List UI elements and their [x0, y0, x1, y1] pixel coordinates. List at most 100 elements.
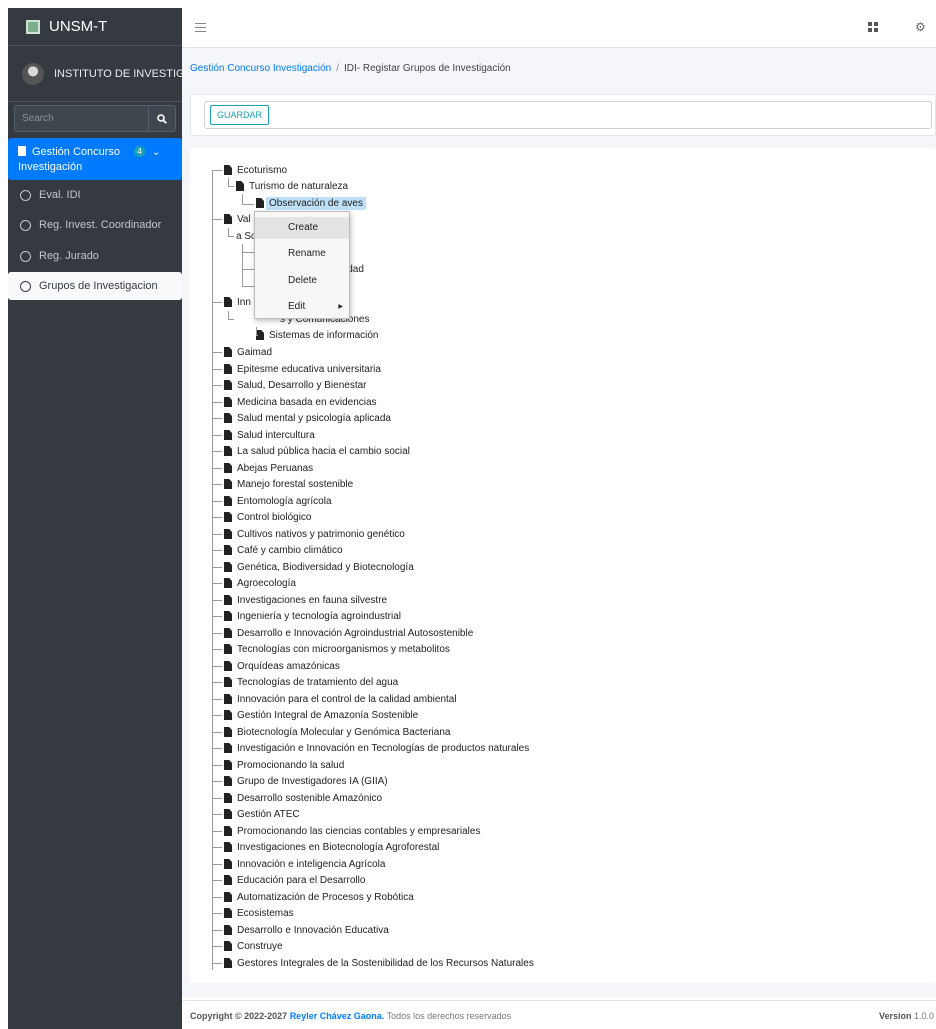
- tree-node-turismo-naturaleza[interactable]: Turismo de naturaleza: [236, 178, 348, 194]
- tree-connector: [212, 435, 222, 436]
- tree-node-group[interactable]: Orquídeas amazónicas: [224, 658, 340, 674]
- tree-node-label: Ingeniería y tecnología agroindustrial: [237, 610, 401, 622]
- sidebar-search: [14, 105, 176, 132]
- tree-node-label: Desarrollo e Innovación Agroindustrial A…: [237, 627, 474, 639]
- brand-logo-icon: [26, 19, 40, 34]
- gear-icon[interactable]: ⚙: [915, 20, 926, 34]
- user-name[interactable]: INSTITUTO DE INVESTIGAC: [54, 68, 182, 80]
- hamburger-menu-icon[interactable]: [195, 23, 206, 32]
- file-icon: [224, 578, 232, 588]
- sidebar-item-reg-invest-coordinador[interactable]: Reg. Invest. Coordinador: [8, 211, 182, 239]
- tree-node-label: Agroecología: [237, 577, 296, 589]
- avatar: [22, 62, 44, 85]
- top-navbar: ⚙: [182, 8, 936, 48]
- tree-node-label: Desarrollo e Innovación Educativa: [237, 924, 389, 936]
- tree-connector: [212, 600, 222, 601]
- circle-icon: [20, 280, 31, 292]
- circle-icon: [20, 250, 31, 262]
- tree-node-inn[interactable]: Inn: [224, 294, 251, 310]
- tree-node-group[interactable]: Gestión ATEC: [224, 806, 300, 822]
- save-button[interactable]: GUARDAR: [210, 105, 270, 125]
- tree-node-ecoturismo[interactable]: Ecoturismo: [224, 162, 287, 178]
- tree-node-group[interactable]: Tecnologías de tratamiento del agua: [224, 674, 398, 690]
- tree-node-group[interactable]: Gestión Integral de Amazonía Sostenible: [224, 707, 418, 723]
- tree-connector: [212, 798, 222, 799]
- tree-node-val[interactable]: Val: [224, 211, 251, 227]
- tree-node-group[interactable]: Investigación e Innovación en Tecnología…: [224, 740, 529, 756]
- tree-node-label: Grupo de Investigadores IA (GIIA): [237, 775, 388, 787]
- tree-node-group[interactable]: Salud intercultura: [224, 427, 315, 443]
- tree-node-group[interactable]: Automatización de Procesos y Robótica: [224, 889, 414, 905]
- tree-node-group[interactable]: Agroecología: [224, 575, 296, 591]
- tree-connector: [212, 847, 222, 848]
- tree-node-group[interactable]: Entomología agrícola: [224, 493, 332, 509]
- context-menu: Create Rename Delete Edit ▶: [254, 211, 350, 319]
- grid-apps-icon[interactable]: [868, 22, 878, 32]
- tree-node-group[interactable]: Promocionando la salud: [224, 757, 344, 773]
- tree-node-label: Entomología agrícola: [237, 495, 332, 507]
- sidebar-item-grupos-investigacion[interactable]: Grupos de Investigacion: [8, 272, 182, 300]
- tree-connector: [212, 946, 222, 947]
- file-icon: [224, 826, 232, 836]
- tree-node-group[interactable]: Desarrollo sostenible Amazónico: [224, 790, 382, 806]
- tree-node-group[interactable]: Promocionando las ciencias contables y e…: [224, 823, 480, 839]
- context-menu-create[interactable]: Create: [255, 217, 349, 239]
- tree-node-label: Promocionando las ciencias contables y e…: [237, 825, 481, 837]
- tree-node-group[interactable]: Grupo de Investigadores IA (GIIA): [224, 773, 388, 789]
- tree-node-group[interactable]: Educación para el Desarrollo: [224, 872, 365, 888]
- tree-node-group[interactable]: Manejo forestal sostenible: [224, 476, 353, 492]
- sidebar-item-eval-idi[interactable]: Eval. IDI: [8, 181, 182, 209]
- tree-node-group[interactable]: Tecnologías con microorganismos y metabo…: [224, 641, 450, 657]
- tree-node-group[interactable]: Epitesme educativa universitaria: [224, 361, 381, 377]
- tree-connector: [228, 319, 234, 320]
- sidebar-item-label: Gestión Concurso: [32, 146, 121, 158]
- tree-node-group[interactable]: Construye: [224, 938, 283, 954]
- sidebar-item-label: Reg. Invest. Coordinador: [39, 219, 162, 231]
- tree-node-group[interactable]: Innovación e inteligencia Agrícola: [224, 856, 385, 872]
- sidebar-item-reg-jurado[interactable]: Reg. Jurado: [8, 242, 182, 270]
- breadcrumb-link[interactable]: Gestión Concurso Investigación: [190, 63, 331, 74]
- tree-node-group[interactable]: Desarrollo e Innovación Educativa: [224, 922, 389, 938]
- context-menu-delete[interactable]: Delete: [255, 270, 349, 292]
- tree-node-group[interactable]: Abejas Peruanas: [224, 460, 313, 476]
- tree-node-group[interactable]: Ecosistemas: [224, 905, 294, 921]
- tree-node-label: Cultivos nativos y patrimonio genético: [237, 528, 405, 540]
- tree-node-group[interactable]: Salud mental y psicología aplicada: [224, 410, 391, 426]
- tree-node-group[interactable]: Genética, Biodiversidad y Biotecnología: [224, 559, 414, 575]
- tree-connector: [212, 897, 222, 898]
- tree-node-group[interactable]: Café y cambio climático: [224, 542, 343, 558]
- tree-node-group[interactable]: Desarrollo e Innovación Agroindustrial A…: [224, 625, 473, 641]
- tree-node-group[interactable]: Innovación para el control de la calidad…: [224, 691, 457, 707]
- file-icon: [256, 198, 264, 208]
- tree-node-group[interactable]: Medicina basada en evidencias: [224, 394, 377, 410]
- tree-node-group[interactable]: Investigaciones en fauna silvestre: [224, 592, 387, 608]
- author-link[interactable]: Reyler Chávez Gaona.: [290, 1011, 385, 1021]
- user-panel[interactable]: INSTITUTO DE INVESTIGAC: [8, 46, 182, 102]
- tree-node-sistemas-informacion[interactable]: Sistemas de información: [256, 327, 379, 343]
- context-menu-rename[interactable]: Rename: [255, 243, 349, 265]
- search-button[interactable]: [148, 105, 176, 132]
- footer-version: Version 1.0.0: [879, 1011, 934, 1021]
- tree-node-group[interactable]: Salud, Desarrollo y Bienestar: [224, 377, 367, 393]
- sidebar-item-gestion-concurso[interactable]: Gestión Concurso Investigación 4 ⌄: [8, 138, 182, 180]
- file-icon: [224, 165, 232, 175]
- tree-node-group[interactable]: Cultivos nativos y patrimonio genético: [224, 526, 405, 542]
- tree-node-group[interactable]: Gaimad: [224, 344, 272, 360]
- file-icon: [224, 628, 232, 638]
- tree-connector: [212, 517, 222, 518]
- tree-node-group[interactable]: Ingeniería y tecnología agroindustrial: [224, 608, 401, 624]
- tree-node-label: Medicina basada en evidencias: [237, 396, 377, 408]
- file-icon: [224, 446, 232, 456]
- tree-node-group[interactable]: Gestores Integrales de la Sostenibilidad…: [224, 955, 534, 971]
- tree-node-group[interactable]: Investigaciones en Biotecnología Agrofor…: [224, 839, 439, 855]
- brand[interactable]: UNSM-T: [8, 8, 182, 46]
- tree-node-group[interactable]: Biotecnología Molecular y Genómica Bacte…: [224, 724, 450, 740]
- tree-node-label: Val: [237, 213, 251, 225]
- context-menu-edit[interactable]: Edit ▶: [255, 296, 349, 318]
- tree-node-group[interactable]: La salud pública hacia el cambio social: [224, 443, 410, 459]
- tree-connector: [228, 228, 229, 236]
- tree-node-observacion-aves[interactable]: Observación de aves: [256, 195, 366, 211]
- search-input[interactable]: [14, 105, 148, 132]
- footer: Copyright © 2022-2027 Reyler Chávez Gaon…: [182, 1000, 936, 1029]
- tree-node-group[interactable]: Control biológico: [224, 509, 312, 525]
